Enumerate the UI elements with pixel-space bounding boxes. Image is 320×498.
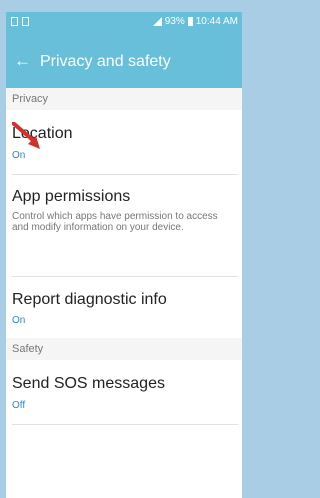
app-bar: ← Privacy and safety xyxy=(6,34,242,88)
status-left-icons xyxy=(11,17,29,26)
signal-icon xyxy=(152,17,162,26)
send-sos-status: Off xyxy=(12,400,26,411)
section-header-safety: Safety xyxy=(6,338,242,360)
app-permissions-description: Control which apps have permission to ac… xyxy=(12,211,218,233)
image-icon xyxy=(22,17,29,26)
annotation-arrow-icon xyxy=(12,122,40,149)
divider xyxy=(12,424,238,425)
battery-percent: 93% xyxy=(164,16,185,27)
report-diagnostic-item[interactable]: Report diagnostic info On xyxy=(6,277,242,338)
status-bar: 93% 10:44 AM xyxy=(6,12,242,34)
report-diagnostic-status: On xyxy=(12,315,26,326)
page-title: Privacy and safety xyxy=(40,53,171,70)
send-sos-item[interactable]: Send SOS messages Off xyxy=(6,360,242,424)
app-permissions-item[interactable]: App permissions Control which apps have … xyxy=(6,175,242,276)
section-header-privacy: Privacy xyxy=(6,88,242,110)
report-diagnostic-title: Report diagnostic info xyxy=(12,291,167,308)
notification-icon xyxy=(11,17,18,26)
battery-icon xyxy=(187,17,193,26)
location-status: On xyxy=(12,150,26,161)
back-arrow-icon[interactable]: ← xyxy=(14,51,31,71)
clock: 10:44 AM xyxy=(195,16,238,27)
phone-screen: 93% 10:44 AM ← Privacy and safety Privac… xyxy=(6,12,242,498)
send-sos-title: Send SOS messages xyxy=(12,375,165,392)
app-permissions-title: App permissions xyxy=(12,188,131,205)
status-right: 93% 10:44 AM xyxy=(152,16,238,27)
